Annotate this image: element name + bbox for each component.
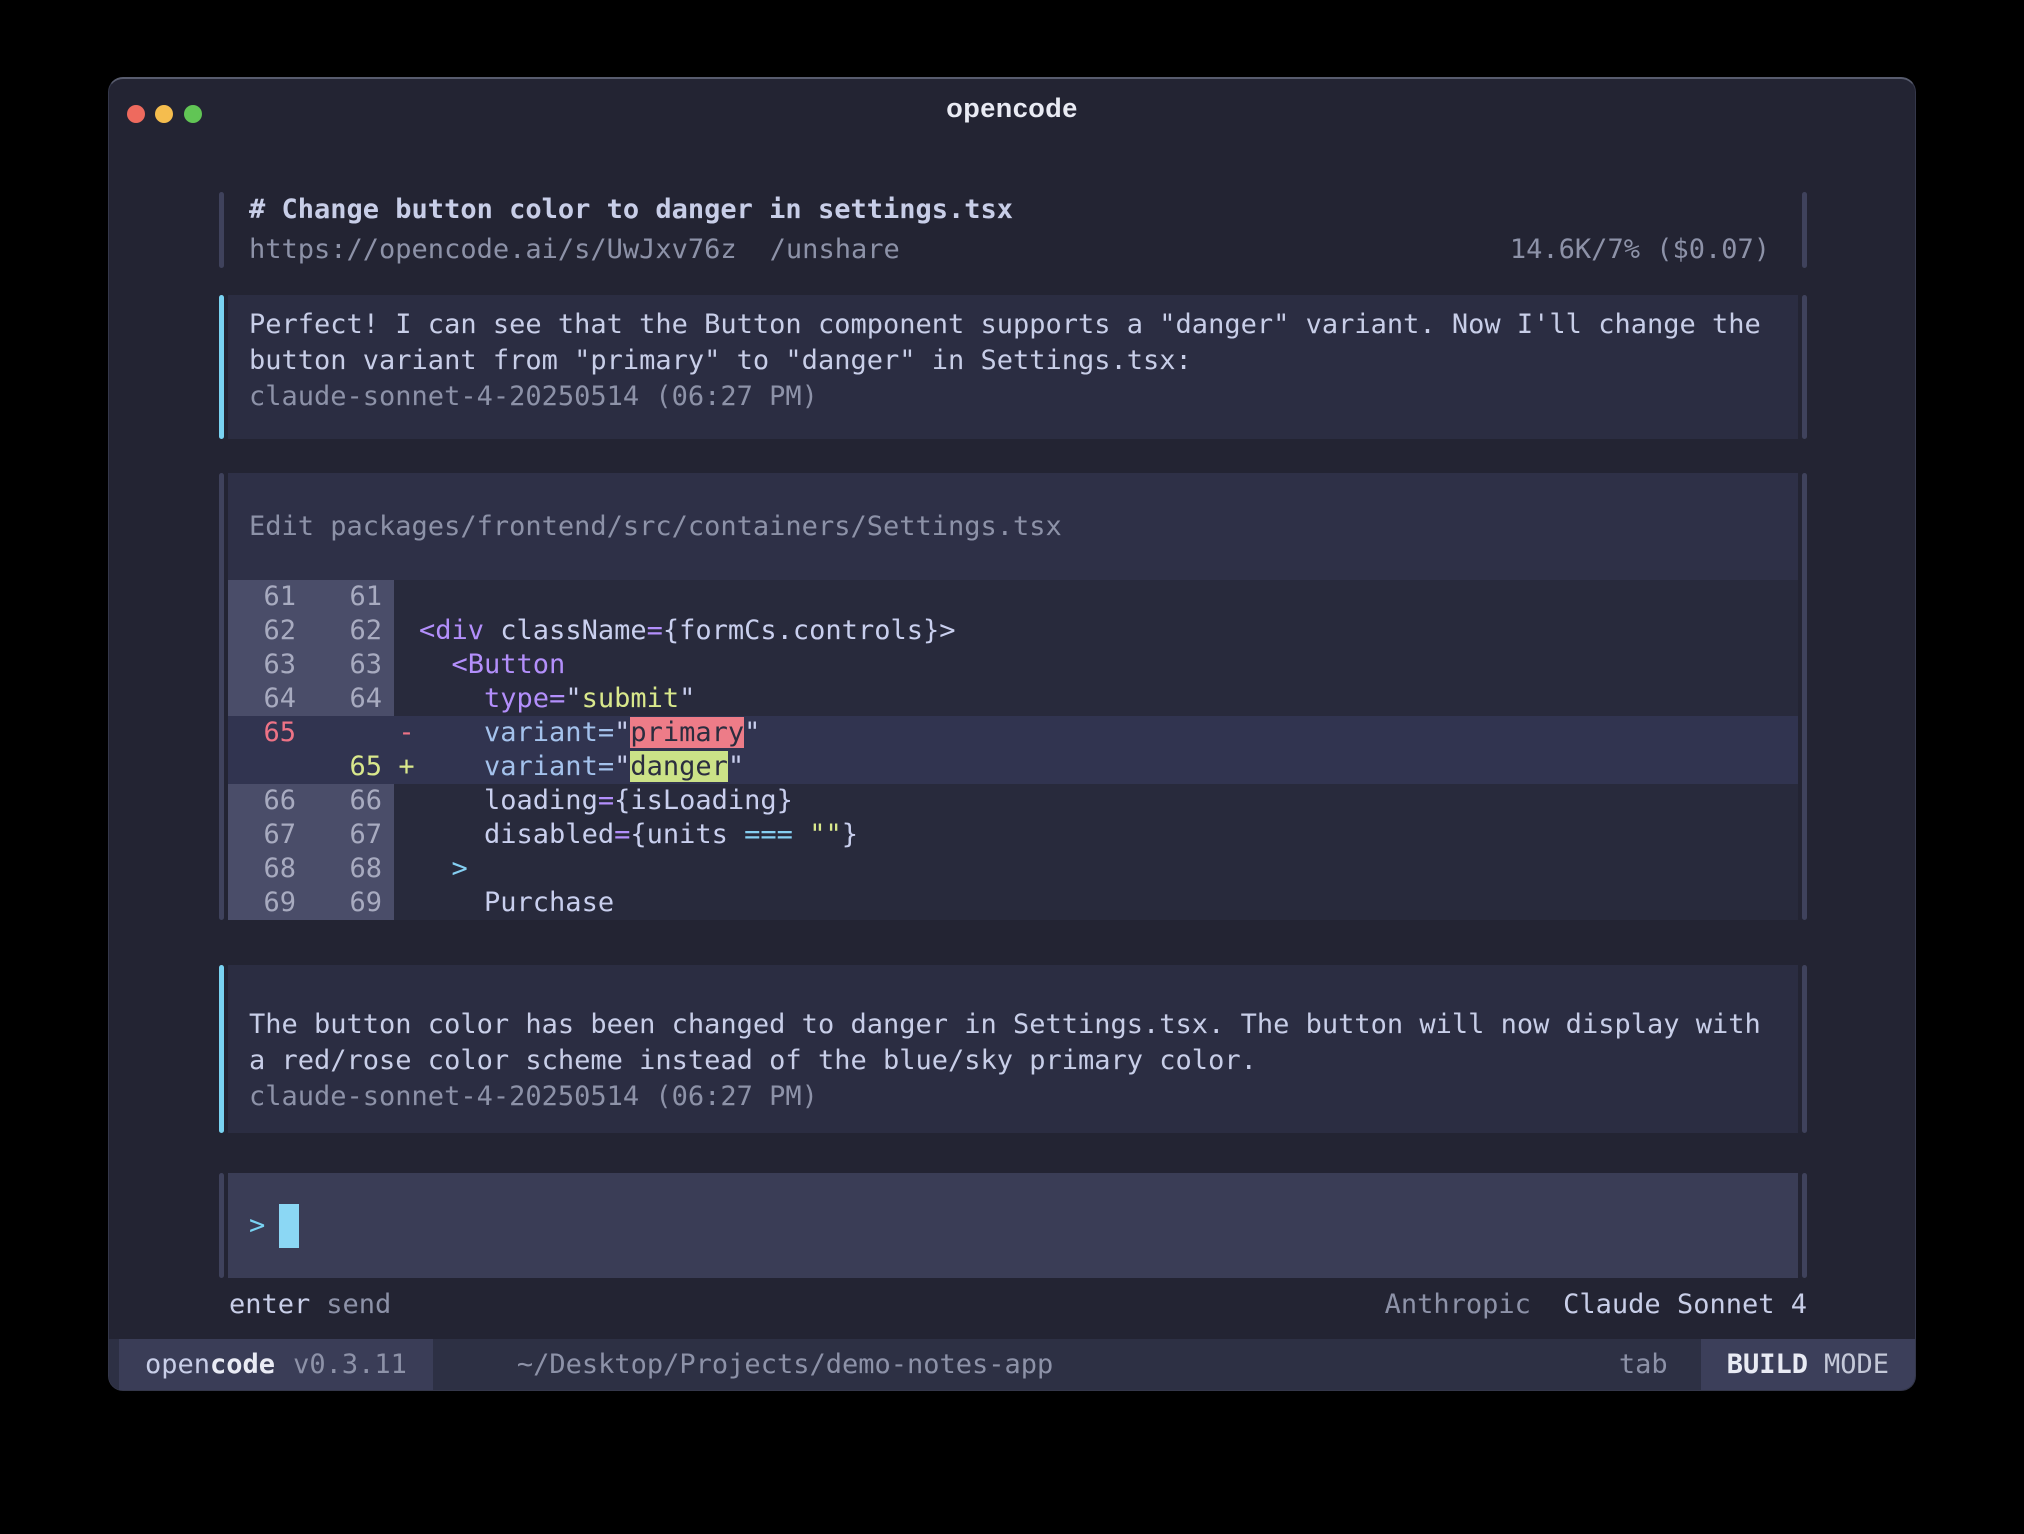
message-meta: claude-sonnet-4-20250514 (06:27 PM): [249, 1079, 1777, 1115]
message-text-line: button variant from "primary" to "danger…: [249, 343, 1777, 379]
message-text-line: a red/rose color scheme instead of the b…: [249, 1043, 1777, 1079]
assistant-message: Perfect! I can see that the Button compo…: [219, 295, 1807, 439]
message-right-rail: [1802, 965, 1807, 1133]
model-label: Claude Sonnet 4: [1563, 1289, 1807, 1320]
enter-key-hint: enter: [229, 1287, 310, 1323]
prompt-input[interactable]: >: [228, 1173, 1798, 1278]
app-version-segment: opencode v0.3.11: [119, 1339, 433, 1390]
message-accent-rail: [219, 965, 224, 1133]
diff-row: 6868 >: [228, 852, 1798, 886]
header-left-rail: [219, 192, 224, 268]
mode-name: BUILD: [1727, 1349, 1808, 1380]
assistant-message: The button color has been changed to dan…: [219, 965, 1807, 1133]
header-right-rail: [1802, 192, 1807, 268]
edit-tool-card: Edit packages/frontend/src/containers/Se…: [219, 473, 1807, 920]
diff-row: 6464 type="submit": [228, 682, 1798, 716]
diff-row: 6767 disabled={units === ""}: [228, 818, 1798, 852]
mode-badge[interactable]: BUILD MODE: [1698, 1339, 1915, 1390]
diff-row: 65+ variant="danger": [228, 750, 1798, 784]
provider-label: Anthropic: [1385, 1289, 1531, 1320]
send-action-hint: send: [326, 1287, 391, 1323]
mode-suffix: MODE: [1824, 1349, 1889, 1380]
diff-row: 6363 <Button: [228, 648, 1798, 682]
message-text-line: The button color has been changed to dan…: [249, 1007, 1777, 1043]
session-header: # Change button color to danger in setti…: [219, 192, 1807, 268]
diff-row: 6666 loading={isLoading}: [228, 784, 1798, 818]
card-right-rail: [1802, 473, 1807, 920]
tab-key-hint: tab: [1619, 1349, 1668, 1380]
diff-body: 61616262<div className={formCs.controls}…: [228, 580, 1798, 920]
footer-hints: enter send Anthropic Claude Sonnet 4: [229, 1287, 1807, 1323]
message-meta: claude-sonnet-4-20250514 (06:27 PM): [249, 379, 1777, 415]
app-name-code: code: [210, 1349, 275, 1380]
edit-card-title: Edit packages/frontend/src/containers/Se…: [249, 511, 1062, 542]
message-right-rail: [1802, 295, 1807, 439]
diff-row: 6161: [228, 580, 1798, 614]
text-cursor: [279, 1204, 299, 1248]
message-accent-rail: [219, 295, 224, 439]
session-title: # Change button color to danger in setti…: [249, 192, 1013, 228]
input-right-rail: [1802, 1173, 1807, 1278]
app-name-open: open: [145, 1349, 210, 1380]
window-title: opencode: [946, 93, 1078, 124]
working-directory: ~/Desktop/Projects/demo-notes-app: [517, 1349, 1053, 1380]
app-window: opencode # Change button color to danger…: [108, 77, 1916, 1391]
status-bar: opencode v0.3.11 ~/Desktop/Projects/demo…: [109, 1339, 1915, 1390]
input-left-rail: [219, 1173, 224, 1278]
zoom-window-button[interactable]: [184, 105, 202, 123]
card-left-rail: [219, 473, 224, 920]
unshare-command[interactable]: /unshare: [770, 232, 900, 268]
message-text-line: Perfect! I can see that the Button compo…: [249, 307, 1777, 343]
prompt-symbol: >: [249, 1210, 265, 1241]
diff-row: 6262<div className={formCs.controls}>: [228, 614, 1798, 648]
title-bar: opencode: [109, 79, 1915, 137]
share-url[interactable]: https://opencode.ai/s/UwJxv76z: [249, 232, 737, 268]
diff-row: 6969 Purchase: [228, 886, 1798, 920]
close-window-button[interactable]: [127, 105, 145, 123]
diff-row: 65- variant="primary": [228, 716, 1798, 750]
minimize-window-button[interactable]: [155, 105, 173, 123]
context-stats: 14.6K/7% ($0.07): [1510, 232, 1798, 268]
prompt-input-block: >: [219, 1173, 1807, 1278]
app-version: v0.3.11: [293, 1349, 407, 1380]
